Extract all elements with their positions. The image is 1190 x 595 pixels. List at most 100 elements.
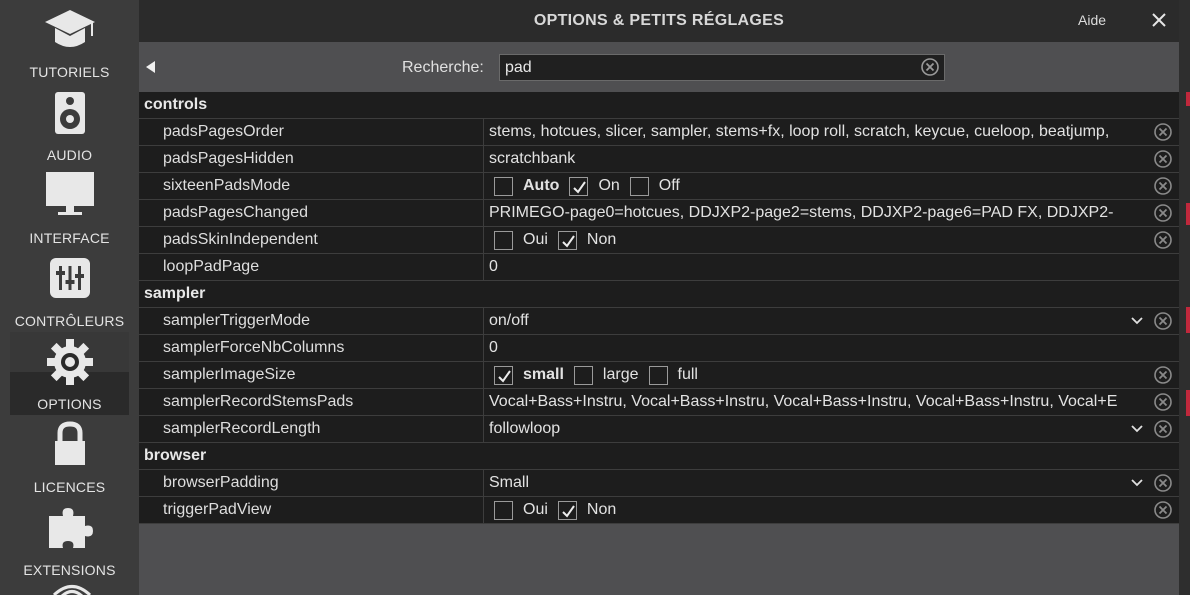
- setting-row-samplerForceNbColumns: samplerForceNbColumns 0: [139, 335, 1179, 362]
- reset-icon[interactable]: [1153, 176, 1173, 196]
- dialog-header: OPTIONS & PETITS RÉGLAGES Aide: [139, 0, 1179, 42]
- setting-row-loopPadPage: loopPadPage 0: [139, 254, 1179, 281]
- setting-value-field[interactable]: scratchbank: [485, 146, 1151, 172]
- setting-row-sixteenPadsMode: sixteenPadsMode Auto On Off: [139, 173, 1179, 200]
- edge-marker: [1186, 307, 1190, 333]
- option-group: small large full: [494, 362, 708, 388]
- options-panel: Recherche: controls padsPagesOrder stems…: [139, 42, 1179, 595]
- setting-select[interactable]: on/off: [485, 308, 1151, 334]
- checkbox-large[interactable]: [573, 365, 593, 385]
- checkbox-non[interactable]: [557, 230, 577, 250]
- setting-row-browserPadding: browserPadding Small: [139, 470, 1179, 497]
- sidebar-item-label: AUDIO: [46, 147, 93, 163]
- monitor-icon: [45, 172, 94, 215]
- option-group: Oui Non: [494, 497, 626, 523]
- sidebar-item-interface[interactable]: INTERFACE: [10, 166, 129, 249]
- reset-icon[interactable]: [1153, 122, 1173, 142]
- reset-icon[interactable]: [1153, 365, 1173, 385]
- checkbox-on[interactable]: [569, 176, 589, 196]
- gear-icon: [46, 339, 93, 385]
- checkbox-full[interactable]: [648, 365, 668, 385]
- setting-row-samplerTriggerMode: samplerTriggerMode on/off: [139, 308, 1179, 335]
- setting-value-field[interactable]: 0: [485, 335, 1151, 361]
- puzzle-icon: [48, 508, 93, 548]
- checkmark-icon: [562, 504, 575, 518]
- reset-icon[interactable]: [1153, 392, 1173, 412]
- wifi-icon: [52, 585, 92, 595]
- reset-icon[interactable]: [1153, 311, 1173, 331]
- setting-row-samplerImageSize: samplerImageSize small large full: [139, 362, 1179, 389]
- checkbox-oui[interactable]: [494, 230, 513, 250]
- help-link[interactable]: Aide: [1078, 12, 1106, 28]
- checkmark-icon: [573, 180, 587, 194]
- section-header-browser: browser: [139, 443, 1179, 470]
- checkbox-non[interactable]: [557, 500, 577, 520]
- graduation-cap-icon: [44, 10, 95, 47]
- sidebar-item-controleurs[interactable]: CONTRÔLEURS: [10, 249, 129, 332]
- setting-select[interactable]: Small: [485, 470, 1151, 496]
- reset-icon[interactable]: [1153, 419, 1173, 439]
- reset-icon[interactable]: [1153, 473, 1173, 493]
- setting-row-samplerRecordLength: samplerRecordLength followloop: [139, 416, 1179, 443]
- setting-value-field[interactable]: 0: [485, 254, 1151, 280]
- search-bar: Recherche:: [139, 42, 1179, 92]
- option-label: Non: [586, 501, 617, 518]
- page-title: OPTIONS & PETITS RÉGLAGES: [533, 12, 785, 29]
- section-header-sampler: sampler: [139, 281, 1179, 308]
- chevron-down-icon[interactable]: [1131, 478, 1143, 488]
- sidebar-item-extensions[interactable]: EXTENSIONS: [10, 498, 129, 581]
- close-icon[interactable]: [1149, 10, 1169, 30]
- option-label: Auto: [523, 177, 560, 194]
- reset-icon[interactable]: [1153, 230, 1173, 250]
- checkbox-small[interactable]: [494, 365, 513, 385]
- checkmark-icon: [498, 369, 511, 383]
- setting-row-padsSkinIndependent: padsSkinIndependent Oui Non: [139, 227, 1179, 254]
- setting-row-padsPagesChanged: padsPagesChanged PRIMEGO-page0=hotcues, …: [139, 200, 1179, 227]
- chevron-down-icon[interactable]: [1131, 424, 1143, 434]
- setting-value-field[interactable]: stems, hotcues, slicer, sampler, stems+f…: [485, 119, 1151, 145]
- clear-search-icon[interactable]: [920, 57, 940, 77]
- sidebar-item-audio[interactable]: AUDIO: [10, 83, 129, 166]
- back-arrow-icon[interactable]: [144, 59, 156, 75]
- option-label: Off: [658, 177, 680, 194]
- sidebar-item-label: TUTORIELS: [29, 64, 110, 80]
- checkbox-auto[interactable]: [494, 176, 513, 196]
- setting-value-field[interactable]: Vocal+Bass+Instru, Vocal+Bass+Instru, Vo…: [485, 389, 1151, 415]
- setting-name: samplerForceNbColumns: [139, 335, 484, 361]
- sliders-icon: [49, 258, 90, 298]
- setting-value-field[interactable]: PRIMEGO-page0=hotcues, DDJXP2-page2=stem…: [485, 200, 1151, 226]
- reset-icon[interactable]: [1153, 149, 1173, 169]
- sidebar-item-tutoriels[interactable]: TUTORIELS: [10, 0, 129, 83]
- setting-name: loopPadPage: [139, 254, 484, 280]
- checkbox-oui[interactable]: [494, 500, 513, 520]
- option-group: Auto On Off: [494, 173, 690, 199]
- right-edge-strip: [1179, 0, 1190, 595]
- option-label: Oui: [523, 501, 548, 518]
- sidebar-item-licences[interactable]: LICENCES: [10, 415, 129, 498]
- lock-icon: [54, 421, 85, 465]
- edge-marker: [1186, 390, 1190, 416]
- option-label: On: [598, 177, 620, 194]
- checkmark-icon: [562, 234, 575, 248]
- setting-select[interactable]: followloop: [485, 416, 1151, 442]
- setting-name: browserPadding: [139, 470, 484, 496]
- sidebar-item-options[interactable]: OPTIONS: [10, 332, 129, 415]
- setting-name: samplerImageSize: [139, 362, 484, 388]
- checkbox-off[interactable]: [629, 176, 649, 196]
- setting-name: sixteenPadsMode: [139, 173, 484, 199]
- sidebar-item-label: OPTIONS: [37, 396, 102, 412]
- chevron-down-icon[interactable]: [1131, 316, 1143, 326]
- reset-icon[interactable]: [1153, 203, 1173, 223]
- setting-row-padsPagesOrder: padsPagesOrder stems, hotcues, slicer, s…: [139, 119, 1179, 146]
- option-label: full: [677, 366, 698, 383]
- speaker-icon: [54, 92, 85, 134]
- setting-name: samplerRecordStemsPads: [139, 389, 484, 415]
- search-input[interactable]: [499, 54, 945, 81]
- edge-marker: [1186, 92, 1190, 106]
- edge-marker: [1186, 203, 1190, 225]
- setting-name: padsPagesOrder: [139, 119, 484, 145]
- option-label: large: [602, 366, 639, 383]
- setting-row-samplerRecordStemsPads: samplerRecordStemsPads Vocal+Bass+Instru…: [139, 389, 1179, 416]
- sidebar-item-label: LICENCES: [33, 479, 106, 495]
- reset-icon[interactable]: [1153, 500, 1173, 520]
